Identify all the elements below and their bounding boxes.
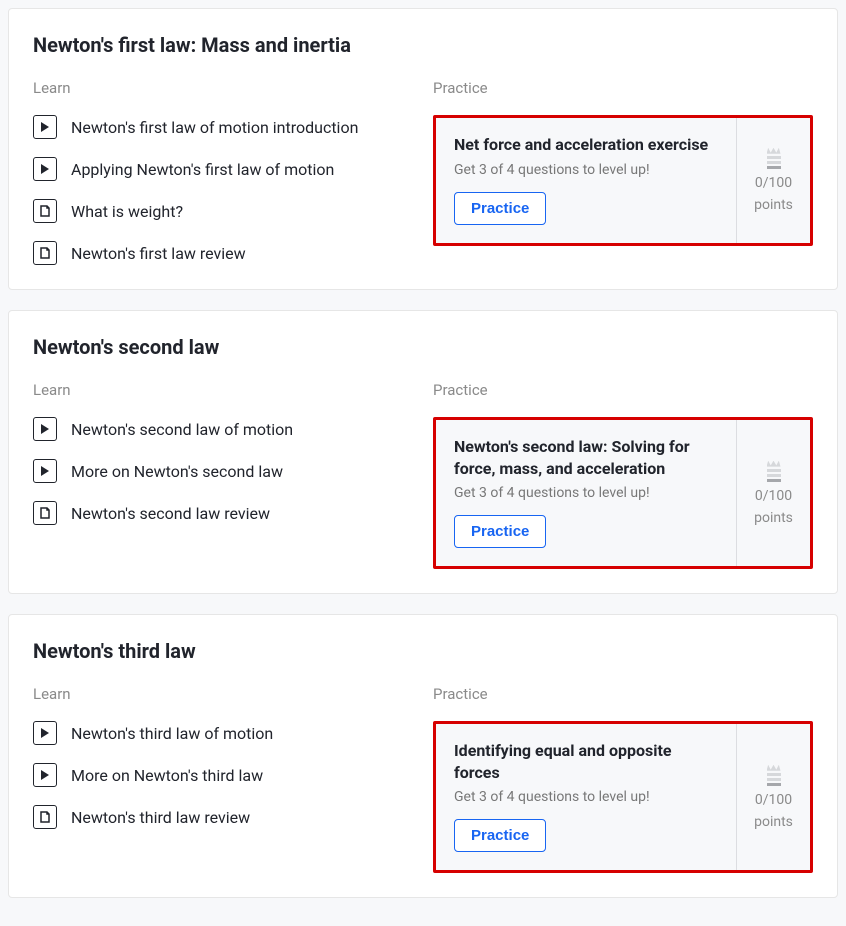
learn-item-label: Newton's third law of motion xyxy=(71,724,273,743)
learn-item-label: Newton's third law review xyxy=(71,808,250,827)
practice-column: Practice Newton's second law: Solving fo… xyxy=(433,381,813,569)
unit-card: Newton's first law: Mass and inertia Lea… xyxy=(8,8,838,290)
practice-title: Net force and acceleration exercise xyxy=(454,134,718,156)
article-icon xyxy=(33,241,57,265)
article-icon xyxy=(33,199,57,223)
learn-item[interactable]: Applying Newton's first law of motion xyxy=(33,157,413,181)
learn-item-label: More on Newton's third law xyxy=(71,766,263,785)
learn-item-label: Newton's second law review xyxy=(71,504,270,523)
mastery-crown-icon xyxy=(767,148,781,169)
practice-subtitle: Get 3 of 4 questions to level up! xyxy=(454,789,718,805)
learn-header: Learn xyxy=(33,381,413,399)
video-icon xyxy=(33,763,57,787)
practice-column: Practice Identifying equal and opposite … xyxy=(433,685,813,873)
learn-item-label: Newton's first law of motion introductio… xyxy=(71,118,358,137)
learn-item-label: Newton's second law of motion xyxy=(71,420,293,439)
practice-main: Net force and acceleration exercise Get … xyxy=(436,118,736,243)
unit-columns: Learn Newton's first law of motion intro… xyxy=(33,79,813,265)
article-icon xyxy=(33,501,57,525)
practice-column: Practice Net force and acceleration exer… xyxy=(433,79,813,265)
points-score: 0/100 xyxy=(755,488,792,504)
practice-subtitle: Get 3 of 4 questions to level up! xyxy=(454,485,718,501)
learn-item[interactable]: Newton's third law review xyxy=(33,805,413,829)
points-score: 0/100 xyxy=(755,792,792,808)
learn-item[interactable]: More on Newton's third law xyxy=(33,763,413,787)
learn-item[interactable]: Newton's third law of motion xyxy=(33,721,413,745)
learn-item[interactable]: Newton's second law review xyxy=(33,501,413,525)
practice-header: Practice xyxy=(433,381,813,399)
learn-column: Learn Newton's second law of motion More… xyxy=(33,381,413,569)
unit-title: Newton's first law: Mass and inertia xyxy=(33,33,813,57)
learn-item-label: What is weight? xyxy=(71,202,183,221)
practice-card: Net force and acceleration exercise Get … xyxy=(433,115,813,246)
video-icon xyxy=(33,417,57,441)
unit-title: Newton's third law xyxy=(33,639,813,663)
learn-header: Learn xyxy=(33,79,413,97)
video-icon xyxy=(33,157,57,181)
practice-header: Practice xyxy=(433,79,813,97)
article-icon xyxy=(33,805,57,829)
points-label: points xyxy=(754,814,793,830)
learn-item-label: Newton's first law review xyxy=(71,244,246,263)
practice-main: Newton's second law: Solving for force, … xyxy=(436,420,736,566)
learn-item-label: More on Newton's second law xyxy=(71,462,283,481)
learn-header: Learn xyxy=(33,685,413,703)
unit-title: Newton's second law xyxy=(33,335,813,359)
practice-points: 0/100 points xyxy=(736,724,810,870)
unit-card: Newton's third law Learn Newton's third … xyxy=(8,614,838,898)
points-label: points xyxy=(754,510,793,526)
practice-subtitle: Get 3 of 4 questions to level up! xyxy=(454,162,718,178)
unit-columns: Learn Newton's third law of motion More … xyxy=(33,685,813,873)
points-score: 0/100 xyxy=(755,175,792,191)
learn-item[interactable]: Newton's first law of motion introductio… xyxy=(33,115,413,139)
learn-item[interactable]: More on Newton's second law xyxy=(33,459,413,483)
practice-header: Practice xyxy=(433,685,813,703)
practice-title: Newton's second law: Solving for force, … xyxy=(454,436,718,479)
learn-item[interactable]: Newton's first law review xyxy=(33,241,413,265)
practice-points: 0/100 points xyxy=(736,420,810,566)
learn-column: Learn Newton's third law of motion More … xyxy=(33,685,413,873)
mastery-crown-icon xyxy=(767,461,781,482)
practice-button[interactable]: Practice xyxy=(454,192,546,225)
video-icon xyxy=(33,459,57,483)
practice-main: Identifying equal and opposite forces Ge… xyxy=(436,724,736,870)
practice-title: Identifying equal and opposite forces xyxy=(454,740,718,783)
learn-column: Learn Newton's first law of motion intro… xyxy=(33,79,413,265)
learn-item[interactable]: Newton's second law of motion xyxy=(33,417,413,441)
unit-columns: Learn Newton's second law of motion More… xyxy=(33,381,813,569)
practice-card: Newton's second law: Solving for force, … xyxy=(433,417,813,569)
points-label: points xyxy=(754,197,793,213)
video-icon xyxy=(33,721,57,745)
learn-item[interactable]: What is weight? xyxy=(33,199,413,223)
practice-points: 0/100 points xyxy=(736,118,810,243)
unit-card: Newton's second law Learn Newton's secon… xyxy=(8,310,838,594)
practice-button[interactable]: Practice xyxy=(454,515,546,548)
mastery-crown-icon xyxy=(767,765,781,786)
learn-item-label: Applying Newton's first law of motion xyxy=(71,160,334,179)
video-icon xyxy=(33,115,57,139)
practice-button[interactable]: Practice xyxy=(454,819,546,852)
